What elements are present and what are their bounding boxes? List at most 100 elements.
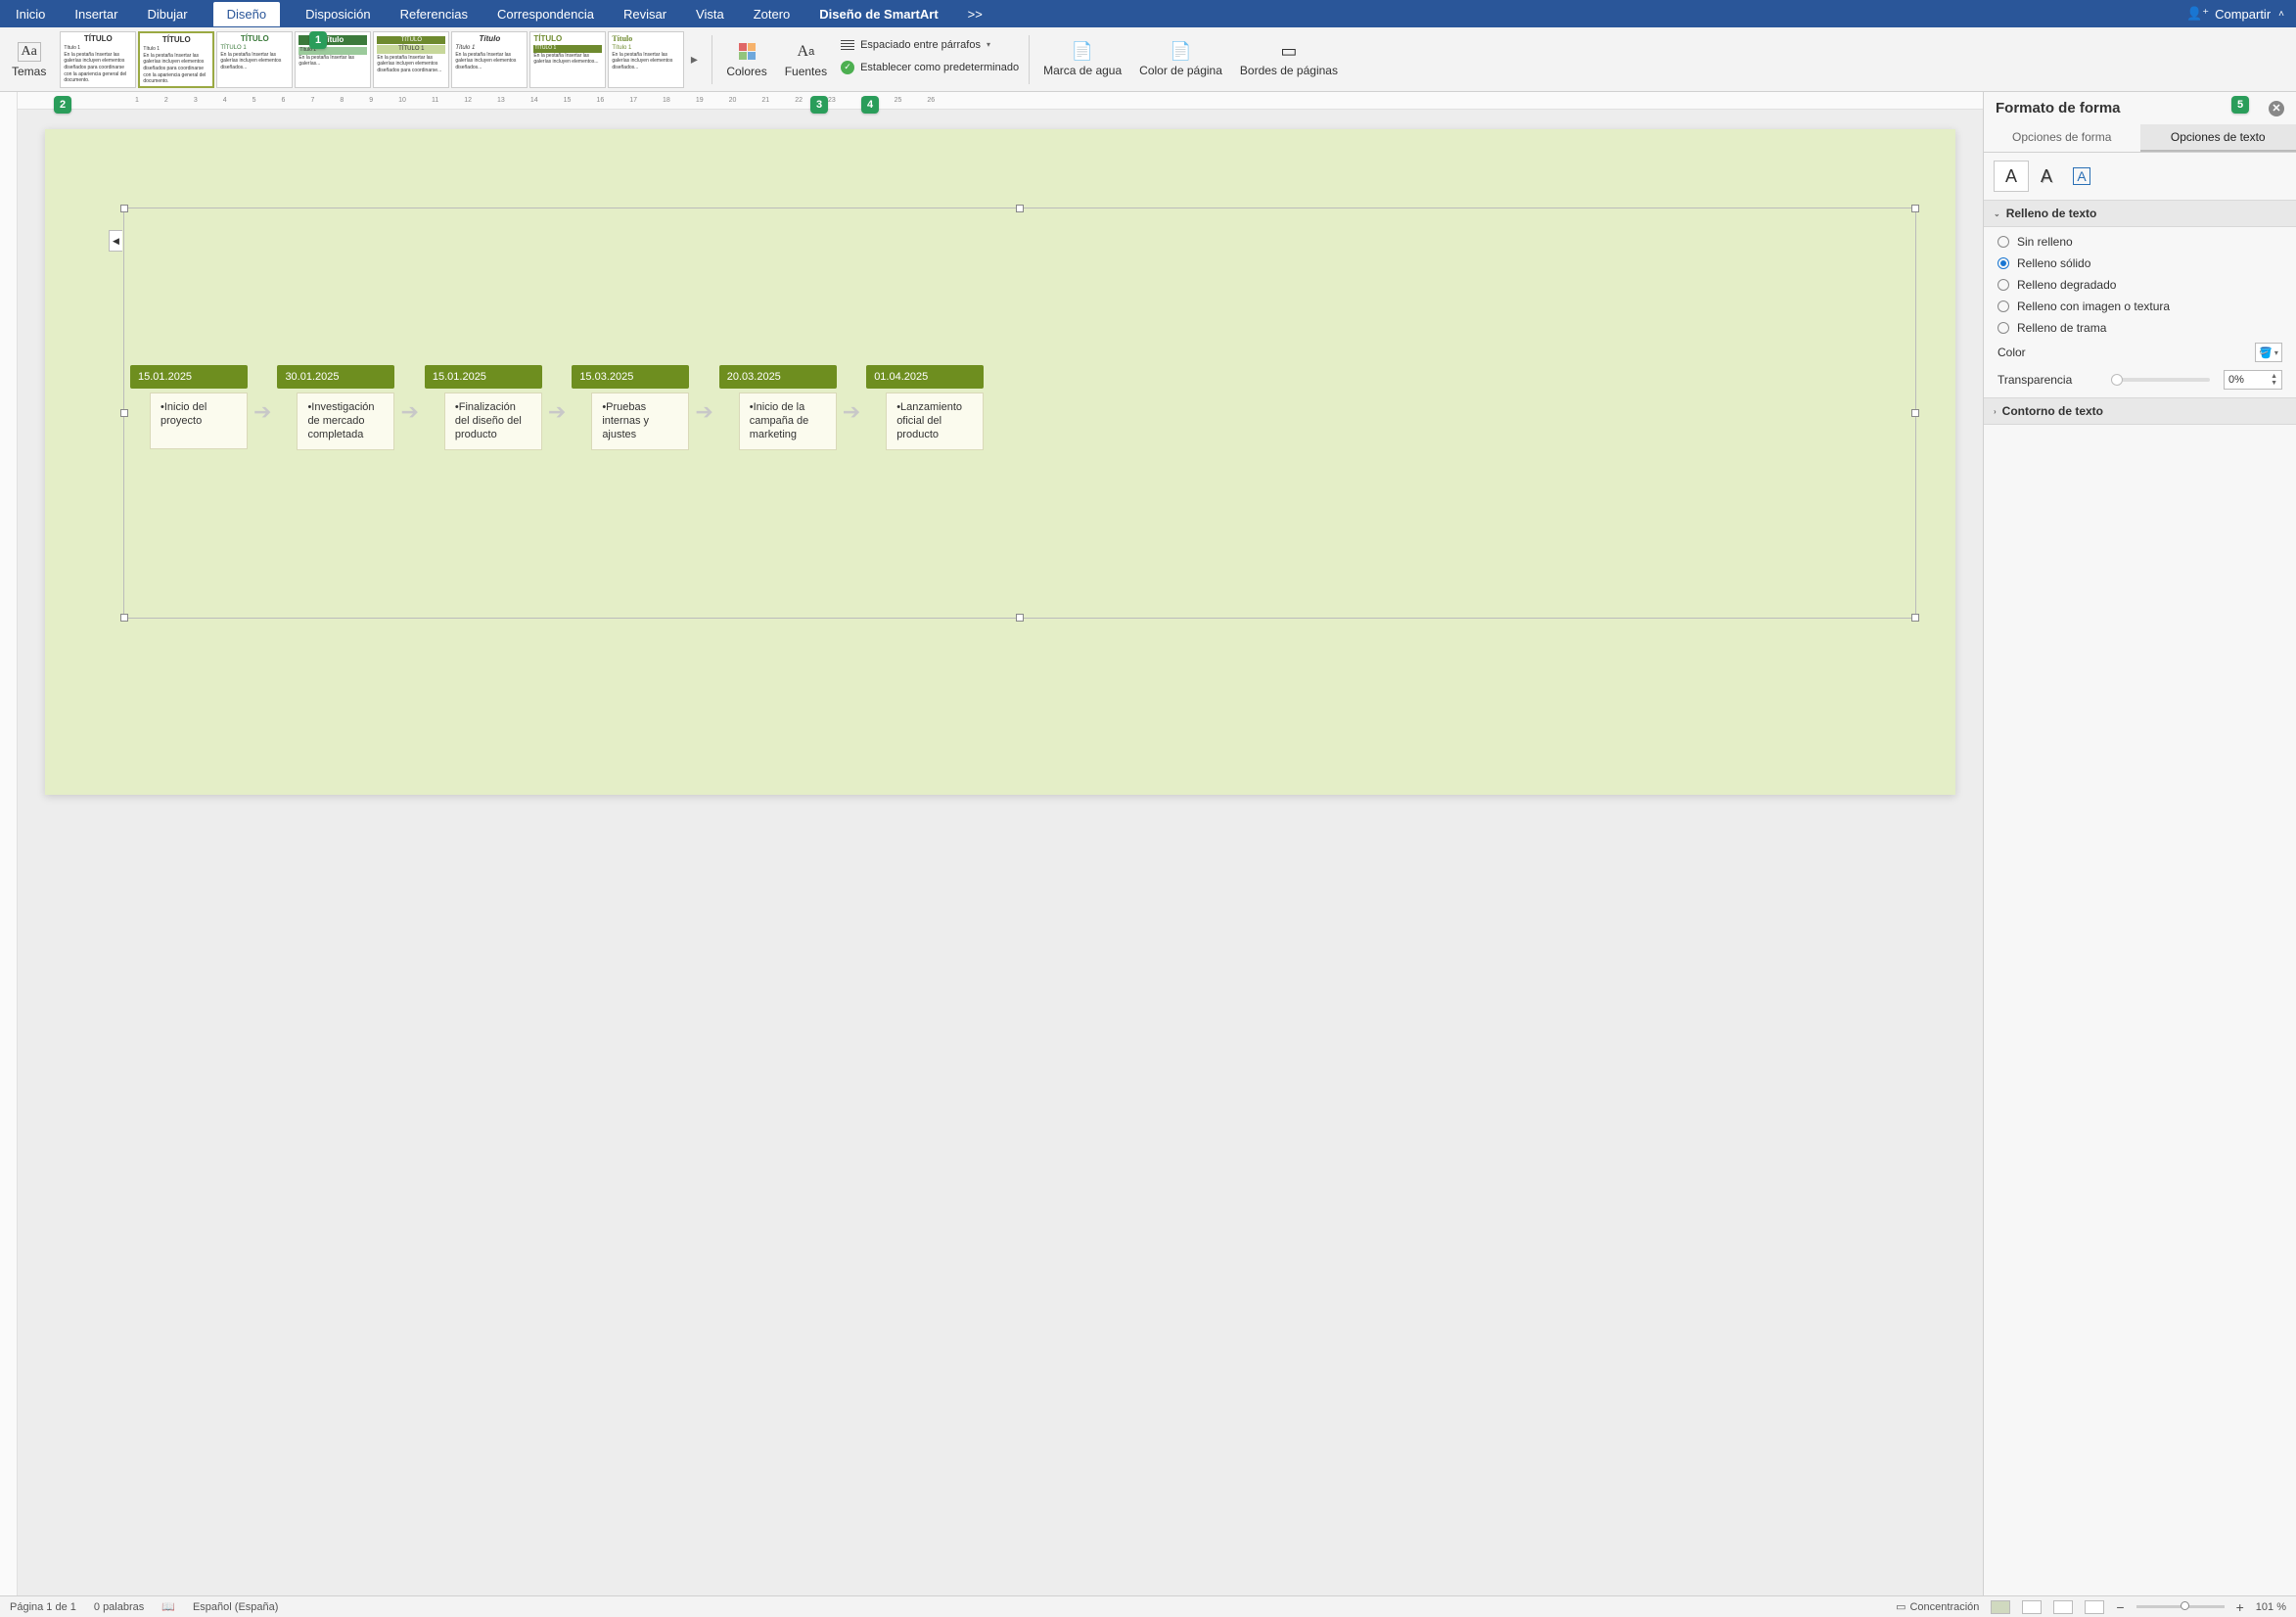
view-outline[interactable] xyxy=(2053,1600,2073,1614)
separator xyxy=(1029,35,1030,84)
page-color-button[interactable]: 📄 Color de página xyxy=(1135,39,1226,79)
pane-icon-tabs: A A A xyxy=(1984,153,2296,200)
radio-pattern-fill[interactable]: Relleno de trama xyxy=(1998,321,2282,335)
section-text-outline[interactable]: › Contorno de texto xyxy=(1984,397,2296,425)
resize-handle[interactable] xyxy=(1911,205,1919,212)
style-thumb-2[interactable]: TÍTULOTítulo 1En la pestaña Insertar las… xyxy=(138,31,214,88)
fonts-button[interactable]: Aa Fuentes xyxy=(781,39,831,80)
radio-picture-fill[interactable]: Relleno con imagen o textura xyxy=(1998,300,2282,313)
tab-dibujar[interactable]: Dibujar xyxy=(143,2,191,26)
resize-handle[interactable] xyxy=(1911,409,1919,417)
tab-referencias[interactable]: Referencias xyxy=(396,2,472,26)
tab-revisar[interactable]: Revisar xyxy=(620,2,670,26)
style-thumb-8[interactable]: TítuloTítulo 1En la pestaña Insertar las… xyxy=(608,31,684,88)
zoom-value[interactable]: 101 % xyxy=(2256,1601,2286,1613)
section-label: Relleno de texto xyxy=(2006,207,2097,220)
timeline-step[interactable]: 30.01.2025 •Investigación de mercado com… xyxy=(277,365,394,450)
style-thumb-6[interactable]: TítuloTítulo 1En la pestaña Insertar las… xyxy=(451,31,528,88)
close-icon[interactable]: ✕ xyxy=(2269,101,2284,116)
focus-mode[interactable]: ▭Concentración xyxy=(1896,1600,1979,1613)
zoom-in[interactable]: + xyxy=(2236,1599,2244,1615)
radio-gradient-fill[interactable]: Relleno degradado xyxy=(1998,278,2282,292)
transparency-slider[interactable] xyxy=(2111,378,2211,382)
tabs-overflow[interactable]: >> xyxy=(964,2,987,26)
transparency-input[interactable]: 0% ▲▼ xyxy=(2224,370,2282,390)
spellcheck-icon[interactable]: 📖 xyxy=(161,1600,175,1613)
themes-button[interactable]: Aa Temas xyxy=(8,39,50,80)
resize-handle[interactable] xyxy=(1016,614,1024,622)
section-text-fill[interactable]: ⌄ Relleno de texto xyxy=(1984,200,2296,227)
timeline-date: 15.01.2025 xyxy=(130,365,248,389)
radio-no-fill[interactable]: Sin relleno xyxy=(1998,235,2282,249)
style-thumb-3[interactable]: TÍTULOTÍTULO 1En la pestaña Insertar las… xyxy=(216,31,293,88)
timeline-step[interactable]: 15.01.2025 •Finalización del diseño del … xyxy=(425,365,542,450)
timeline-step[interactable]: 20.03.2025 •Inicio de la campaña de mark… xyxy=(719,365,837,450)
vertical-ruler xyxy=(0,92,18,1595)
colors-button[interactable]: Colores xyxy=(722,39,770,80)
timeline-text: •Inicio de la campaña de marketing xyxy=(739,393,837,450)
pane-tab-shape[interactable]: Opciones de forma xyxy=(1984,124,2140,152)
tab-vista[interactable]: Vista xyxy=(692,2,728,26)
stepper-arrows[interactable]: ▲▼ xyxy=(2271,373,2277,387)
tab-correspondencia[interactable]: Correspondencia xyxy=(493,2,598,26)
view-draft[interactable] xyxy=(2085,1600,2104,1614)
page-indicator[interactable]: Página 1 de 1 xyxy=(10,1601,76,1613)
format-pane: Formato de forma ✕ Opciones de forma Opc… xyxy=(1983,92,2296,1595)
smartart-frame[interactable]: ◀ 15.01.2025 •Inicio del proyecto ➔ 30. xyxy=(123,208,1916,619)
timeline-step[interactable]: 15.01.2025 •Inicio del proyecto xyxy=(130,365,248,449)
resize-handle[interactable] xyxy=(120,614,128,622)
smartart-text-pane-toggle[interactable]: ◀ xyxy=(109,230,122,252)
view-print-layout[interactable] xyxy=(1991,1600,2010,1614)
hint-5: 5 xyxy=(2231,96,2249,114)
tab-zotero[interactable]: Zotero xyxy=(750,2,795,26)
view-web-layout[interactable] xyxy=(2022,1600,2042,1614)
language-indicator[interactable]: Español (España) xyxy=(193,1601,278,1613)
page-borders-label: Bordes de páginas xyxy=(1240,65,1338,77)
tab-inicio[interactable]: Inicio xyxy=(12,2,49,26)
share-button[interactable]: 👤⁺ Compartir ˄ xyxy=(2186,6,2284,22)
color-picker[interactable]: 🪣 ▾ xyxy=(2255,343,2282,362)
radio-solid-fill[interactable]: Relleno sólido xyxy=(1998,256,2282,270)
pane-tab-text[interactable]: Opciones de texto xyxy=(2140,124,2296,152)
timeline-step[interactable]: 15.03.2025 •Pruebas internas y ajustes xyxy=(572,365,689,450)
style-thumb-4[interactable]: TítuloTítulo 1En la pestaña Insertar las… xyxy=(295,31,371,88)
style-gallery: TÍTULOTítulo 1En la pestaña Insertar las… xyxy=(60,31,702,88)
timeline-text: •Pruebas internas y ajustes xyxy=(591,393,689,450)
style-thumb-5[interactable]: TÍTULOTÍTULO 1En la pestaña Insertar las… xyxy=(373,31,449,88)
section-label: Contorno de texto xyxy=(2002,404,2103,418)
tab-diseno[interactable]: Diseño xyxy=(213,2,280,26)
resize-handle[interactable] xyxy=(120,409,128,417)
focus-icon: ▭ xyxy=(1896,1600,1906,1613)
resize-handle[interactable] xyxy=(1016,205,1024,212)
text-effects-tab[interactable]: A xyxy=(2029,161,2064,192)
page-borders-button[interactable]: ▭ Bordes de páginas xyxy=(1236,39,1342,79)
color-field: Color 🪣 ▾ xyxy=(1998,343,2282,362)
document-area: 1234567891011121314151617181920212223242… xyxy=(0,92,1983,1595)
zoom-out[interactable]: − xyxy=(2116,1599,2124,1615)
tab-insertar[interactable]: Insertar xyxy=(70,2,121,26)
timeline-text: •Finalización del diseño del producto xyxy=(444,393,542,450)
canvas[interactable]: 1234567891011121314151617181920212223242… xyxy=(18,92,1983,1595)
chevron-right-icon: › xyxy=(1994,407,1997,416)
tab-disposicion[interactable]: Disposición xyxy=(301,2,374,26)
text-fill-tab[interactable]: A xyxy=(1994,161,2029,192)
gallery-more[interactable]: ▸ xyxy=(686,51,702,68)
paragraph-spacing-button[interactable]: Espaciado entre párrafos ▾ xyxy=(841,39,1019,51)
check-icon: ✓ xyxy=(841,61,854,74)
zoom-slider[interactable] xyxy=(2136,1605,2225,1608)
watermark-button[interactable]: 📄 Marca de agua xyxy=(1039,39,1125,79)
hint-4: 4 xyxy=(861,96,879,114)
set-default-button[interactable]: ✓ Establecer como predeterminado xyxy=(841,61,1019,74)
fonts-label: Fuentes xyxy=(785,65,827,78)
word-count[interactable]: 0 palabras xyxy=(94,1601,144,1613)
resize-handle[interactable] xyxy=(120,205,128,212)
resize-handle[interactable] xyxy=(1911,614,1919,622)
color-label: Color xyxy=(1998,346,2247,359)
timeline-step[interactable]: 01.04.2025 •Lanzamiento oficial del prod… xyxy=(866,365,984,450)
style-thumb-1[interactable]: TÍTULOTítulo 1En la pestaña Insertar las… xyxy=(60,31,136,88)
style-thumb-7[interactable]: TÍTULOTÍTULO 1En la pestaña Insertar las… xyxy=(529,31,606,88)
arrow-icon: ➔ xyxy=(695,399,712,425)
pane-header: Formato de forma ✕ xyxy=(1984,92,2296,124)
text-box-tab[interactable]: A xyxy=(2064,161,2099,192)
tab-smartart-design[interactable]: Diseño de SmartArt xyxy=(815,2,941,26)
